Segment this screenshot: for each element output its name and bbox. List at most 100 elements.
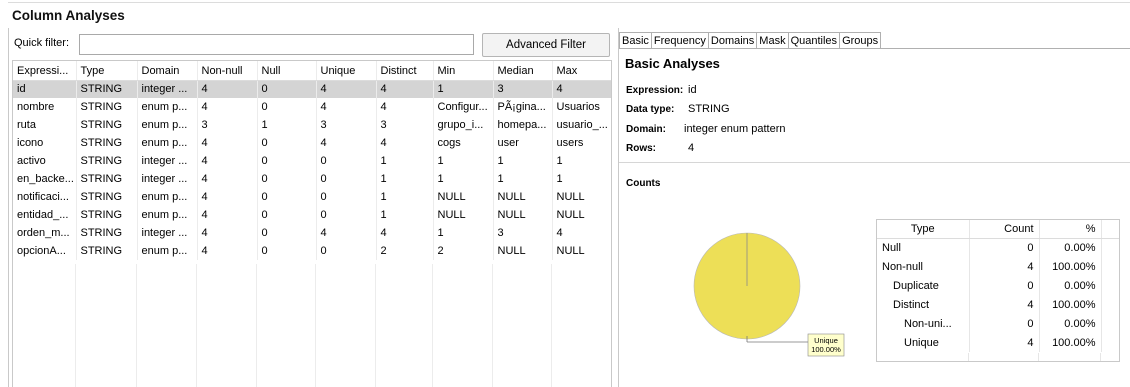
counts-cell-count: 0 [969, 238, 1040, 257]
table-cell: 3 [493, 224, 553, 242]
table-cell: nombre [13, 98, 77, 116]
table-cell: 1 [552, 170, 611, 188]
table-cell: STRING [76, 224, 138, 242]
counts-cell-type: Unique [877, 333, 970, 352]
table-row[interactable]: icono STRING enum p... 4 0 4 4 cogs user users [13, 134, 611, 152]
grid-column-header[interactable]: Distinct [376, 61, 434, 81]
grid-column-header[interactable]: Median [493, 61, 553, 81]
table-cell: STRING [76, 116, 138, 134]
rows-label: Rows: [626, 143, 656, 154]
counts-cell-type: Non-uni... [877, 314, 970, 333]
tab-domains[interactable]: Domains [708, 32, 758, 49]
table-row[interactable]: en_backe... STRING integer ... 4 0 0 1 1 1 1 [13, 170, 611, 188]
column-analyses-grid[interactable]: Expressi... Type Domain Non-null Null Unique D… [12, 60, 612, 387]
data-type-row: Data type: STRING [626, 103, 730, 115]
table-cell: 4 [197, 170, 258, 188]
top-divider [8, 2, 1130, 3]
table-row[interactable]: ruta STRING enum p... 3 1 3 3 grupo_i... homepa.… [13, 116, 611, 134]
counts-cell-spacer [1101, 314, 1119, 333]
grid-column-line [432, 264, 433, 387]
table-cell: opcionA... [13, 242, 77, 260]
table-cell: 4 [197, 188, 258, 206]
counts-cell-count: 4 [969, 333, 1040, 352]
table-cell: 2 [376, 242, 434, 260]
table-row[interactable]: activo STRING integer ... 4 0 0 1 1 1 1 [13, 152, 611, 170]
counts-cell-pct: 100.00% [1039, 257, 1102, 276]
table-cell: entidad_... [13, 206, 77, 224]
table-row[interactable]: entidad_... STRING enum p... 4 0 0 1 NULL NULL NU… [13, 206, 611, 224]
advanced-filter-button[interactable]: Advanced Filter [482, 33, 610, 57]
table-row[interactable]: id STRING integer ... 4 0 4 4 1 3 4 [13, 80, 611, 98]
counts-column-line [1100, 353, 1101, 361]
grid-column-header[interactable]: Max [552, 61, 611, 81]
table-cell: 0 [257, 206, 317, 224]
data-type-value: STRING [688, 103, 730, 115]
table-cell: users [552, 134, 611, 152]
counts-cell-count: 4 [969, 257, 1040, 276]
counts-cell-type: Duplicate [877, 276, 970, 295]
table-cell: 4 [316, 134, 377, 152]
table-row[interactable]: orden_m... STRING integer ... 4 0 4 4 1 3 4 [13, 224, 611, 242]
grid-column-header[interactable]: Non-null [197, 61, 258, 81]
table-cell: 0 [257, 134, 317, 152]
tab-mask[interactable]: Mask [757, 32, 789, 49]
table-cell: 1 [376, 152, 434, 170]
counts-row: Unique 4 100.00% [877, 333, 1119, 352]
table-row[interactable]: opcionA... STRING enum p... 4 0 0 2 2 NULL NULL [13, 242, 611, 260]
table-row[interactable]: nombre STRING enum p... 4 0 4 4 Configur... PÃ¡g… [13, 98, 611, 116]
counts-cell-count: 0 [969, 276, 1040, 295]
tab-frequency[interactable]: Frequency [651, 32, 709, 49]
expression-label: Expression: [626, 85, 684, 96]
counts-column-line [1038, 353, 1039, 361]
counts-divider [619, 162, 1130, 163]
grid-column-header[interactable]: Expressi... [13, 61, 77, 81]
tab-basic[interactable]: Basic [619, 32, 652, 49]
table-cell: STRING [76, 134, 138, 152]
table-cell: 3 [376, 116, 434, 134]
grid-column-header[interactable]: Domain [137, 61, 198, 81]
table-cell: en_backe... [13, 170, 77, 188]
table-cell: 1 [376, 188, 434, 206]
table-row[interactable]: notificaci... STRING enum p... 4 0 0 1 NULL NULL… [13, 188, 611, 206]
counts-column-line [968, 353, 969, 361]
counts-cell-spacer [1101, 238, 1119, 257]
table-cell: 4 [197, 98, 258, 116]
table-cell: STRING [76, 152, 138, 170]
grid-column-line [136, 264, 137, 387]
table-cell: grupo_i... [433, 116, 494, 134]
page-title: Column Analyses [12, 8, 125, 23]
table-cell: enum p... [137, 188, 198, 206]
grid-column-header[interactable]: Null [257, 61, 317, 81]
counts-cell-pct: 0.00% [1039, 276, 1102, 295]
grid-column-line [75, 264, 76, 387]
pie-label-name: Unique [814, 336, 838, 345]
tab-quantiles[interactable]: Quantiles [788, 32, 841, 49]
grid-column-line [196, 264, 197, 387]
table-cell: enum p... [137, 116, 198, 134]
data-type-label: Data type: [626, 104, 675, 115]
table-cell: 4 [197, 152, 258, 170]
rows-value: 4 [688, 142, 695, 154]
grid-column-header[interactable]: Unique [316, 61, 377, 81]
quick-filter-input[interactable] [79, 34, 474, 55]
table-cell: integer ... [137, 152, 198, 170]
table-cell: 3 [197, 116, 258, 134]
grid-column-header[interactable]: Min [433, 61, 494, 81]
table-cell: 4 [197, 206, 258, 224]
table-cell: 4 [197, 80, 258, 98]
table-cell: 0 [257, 188, 317, 206]
table-cell: 0 [316, 188, 377, 206]
tab-groups[interactable]: Groups [840, 32, 882, 49]
table-cell: STRING [76, 188, 138, 206]
basic-analyses-title: Basic Analyses [625, 56, 720, 71]
counts-table: Type Count % Null 0 0.00% Non-null 4 100.00% D… [877, 220, 1119, 352]
domain-row: Domain: integer enum pattern [626, 123, 786, 135]
table-cell: NULL [433, 188, 494, 206]
table-cell: STRING [76, 98, 138, 116]
table-cell: notificaci... [13, 188, 77, 206]
table-cell: NULL [433, 206, 494, 224]
grid-column-header[interactable]: Type [76, 61, 138, 81]
table-cell: homepa... [493, 116, 553, 134]
table-cell: usuario_... [552, 116, 611, 134]
counts-cell-spacer [1101, 257, 1119, 276]
